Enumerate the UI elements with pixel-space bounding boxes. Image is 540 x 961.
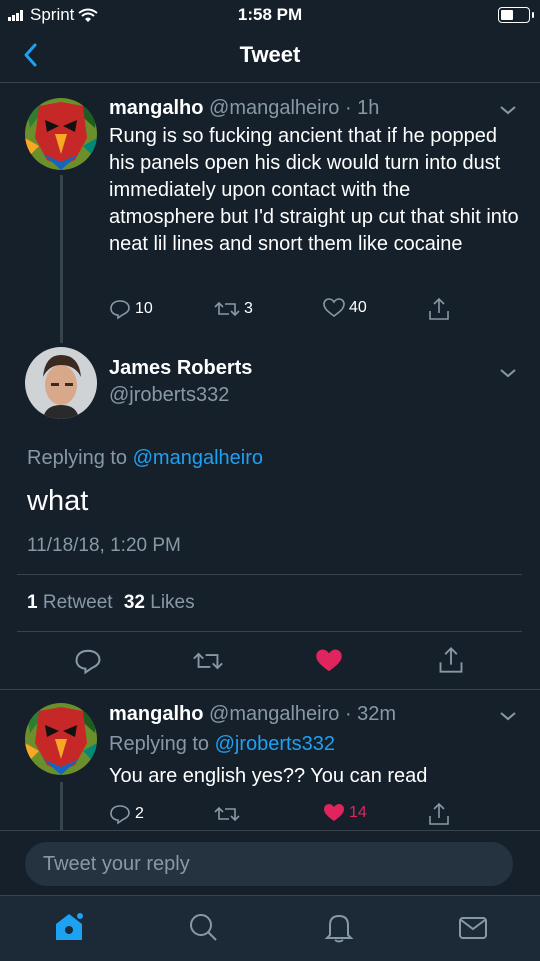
reply-icon <box>110 300 130 320</box>
divider <box>17 631 522 632</box>
profile-photo-image <box>25 347 97 419</box>
tab-bar <box>0 895 540 961</box>
chevron-down-icon[interactable] <box>499 367 517 379</box>
divider <box>0 689 540 690</box>
search-icon[interactable] <box>186 910 220 944</box>
tweet-time: · 1h <box>344 97 380 119</box>
tweet-timestamp: 11/18/18, 1:20 PM <box>27 535 181 556</box>
retweet-icon <box>214 301 240 317</box>
battery-icon <box>498 7 534 23</box>
chevron-down-icon[interactable] <box>499 710 517 722</box>
thread-line <box>60 782 63 830</box>
tweet-handle-main: @jroberts332 <box>109 384 229 407</box>
share-icon[interactable] <box>438 646 464 674</box>
username[interactable]: mangalho <box>109 97 203 119</box>
share-icon[interactable] <box>428 802 450 826</box>
messages-icon[interactable] <box>456 910 490 944</box>
retweet-icon[interactable] <box>214 803 240 825</box>
retweet-total-label[interactable]: Retweet <box>43 592 113 613</box>
page-title: Tweet <box>239 42 301 67</box>
avatar-mangalho[interactable] <box>25 703 97 775</box>
username[interactable]: James Roberts <box>109 357 252 379</box>
replying-to: Replying to @mangalheiro <box>27 447 263 470</box>
status-bar: Sprint 1:58 PM <box>0 0 540 30</box>
share-icon[interactable] <box>428 297 450 321</box>
replying-to-link[interactable]: @mangalheiro <box>133 447 263 469</box>
reply-input[interactable] <box>25 842 513 886</box>
thread-line <box>60 175 63 343</box>
reply-icon <box>110 805 130 825</box>
handle[interactable]: @mangalheiro <box>209 703 339 725</box>
reply-icon[interactable] <box>74 647 102 675</box>
status-time: 1:58 PM <box>237 5 303 24</box>
replying-to: Replying to @jroberts332 <box>109 733 335 756</box>
heart-icon <box>323 298 345 317</box>
home-icon[interactable] <box>52 910 86 944</box>
divider <box>17 574 522 575</box>
reply-button[interactable]: 2 <box>109 803 144 825</box>
like-total: 32 <box>123 592 145 613</box>
mask-avatar-image <box>25 703 97 775</box>
handle[interactable]: @jroberts332 <box>109 384 229 406</box>
retweet-icon[interactable] <box>192 648 224 674</box>
mask-avatar-image <box>25 98 97 170</box>
nav-bar: Tweet <box>0 30 540 83</box>
replying-prefix: Replying to <box>109 733 210 755</box>
reply-button[interactable]: 10 <box>109 298 153 320</box>
avatar-mangalho[interactable] <box>25 98 97 170</box>
retweet-button[interactable]: 3 <box>214 298 253 320</box>
like-count: 14 <box>349 804 367 821</box>
tweet-time: · 32m <box>344 703 397 725</box>
heart-filled-icon[interactable] <box>315 648 343 674</box>
retweet-count: 3 <box>244 300 253 317</box>
tweet-text: You are english yes?? You can read <box>109 765 428 787</box>
handle[interactable]: @mangalheiro <box>209 97 339 119</box>
notifications-icon[interactable] <box>322 910 356 944</box>
like-button[interactable]: 14 <box>323 803 367 823</box>
tweet-header: mangalho @mangalheiro · 1h <box>109 97 379 120</box>
chevron-down-icon[interactable] <box>499 104 517 116</box>
avatar-james-roberts[interactable] <box>25 347 97 419</box>
reply-count: 10 <box>135 300 153 317</box>
tweet-header: mangalho @mangalheiro · 32m <box>109 703 396 726</box>
reply-bar <box>0 830 540 896</box>
tweet-text: Rung is so fucking ancient that if he po… <box>109 125 519 255</box>
engagement-stats: 1 Retweet 32 Likes <box>27 592 195 614</box>
username[interactable]: mangalho <box>109 703 203 725</box>
main-tweet-text: what <box>27 485 89 517</box>
replying-to-link[interactable]: @jroberts332 <box>215 733 335 755</box>
like-count: 40 <box>349 299 367 316</box>
replying-prefix: Replying to <box>27 447 128 469</box>
heart-filled-icon <box>324 804 344 821</box>
like-total-label[interactable]: Likes <box>150 592 194 613</box>
like-button[interactable]: 40 <box>323 298 367 318</box>
retweet-total: 1 <box>27 592 38 613</box>
tweet-header-main: James Roberts <box>109 357 252 380</box>
reply-count: 2 <box>135 805 144 822</box>
